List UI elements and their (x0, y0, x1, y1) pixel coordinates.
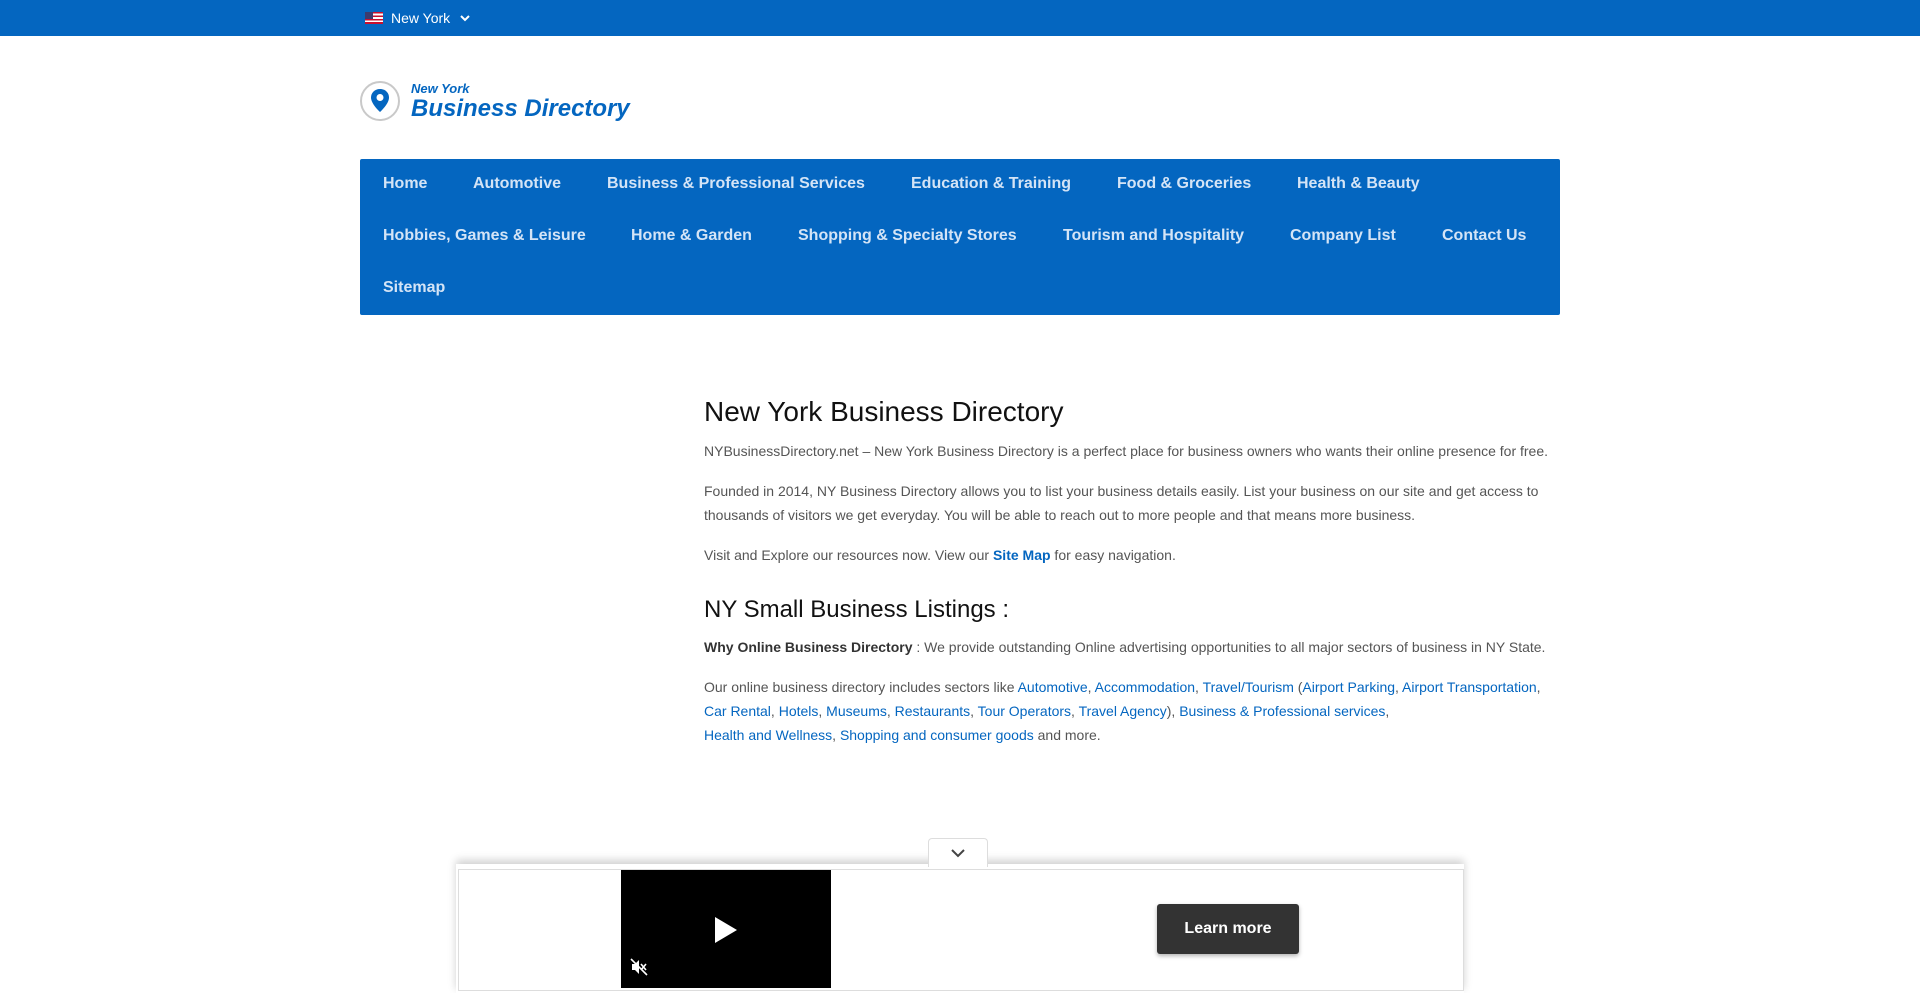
main-content: New York Business Directory NYBusinessDi… (704, 392, 1564, 747)
why-paragraph: Why Online Business Directory : We provi… (704, 635, 1564, 659)
why-text: : We provide outstanding Online advertis… (912, 639, 1546, 655)
sectors-text-post: and more. (1033, 727, 1101, 743)
link-shopping-consumer-goods[interactable]: Shopping and consumer goods (840, 727, 1034, 743)
ad-video[interactable] (621, 870, 831, 988)
ad-frame (458, 869, 1464, 991)
top-bar: New York (0, 0, 1920, 36)
link-travel-agency[interactable]: Travel Agency (1079, 703, 1167, 719)
site-map-link[interactable]: Site Map (993, 547, 1051, 563)
nav-item-food-groceries[interactable]: Food & Groceries (1117, 175, 1251, 193)
nav-item-company-list[interactable]: Company List (1290, 227, 1396, 245)
nav-item-home[interactable]: Home (383, 175, 427, 193)
section-title: NY Small Business Listings : (704, 596, 1010, 623)
logo-big-text: Business Directory (411, 94, 630, 122)
location-label: New York (391, 10, 451, 26)
nav-item-automotive[interactable]: Automotive (473, 175, 561, 193)
nav-item-contact-us[interactable]: Contact Us (1442, 227, 1526, 245)
site-logo[interactable]: New York Business Directory (359, 80, 630, 122)
founded-paragraph: Founded in 2014, NY Business Directory a… (704, 483, 1539, 523)
link-hotels[interactable]: Hotels (779, 703, 819, 719)
nav-item-health-beauty[interactable]: Health & Beauty (1297, 175, 1420, 193)
sectors-paragraph: Our online business directory includes s… (704, 679, 1541, 743)
link-health-wellness[interactable]: Health and Wellness (704, 727, 832, 743)
muted-speaker-icon[interactable] (630, 958, 648, 976)
nav-item-shopping-specialty-stores[interactable]: Shopping & Specialty Stores (798, 227, 1017, 245)
link-airport-parking[interactable]: Airport Parking (1302, 679, 1395, 695)
link-accommodation[interactable]: Accommodation (1095, 679, 1195, 695)
chevron-down-icon (951, 849, 965, 858)
page-title: New York Business Directory (704, 396, 1064, 427)
link-business-professional-services[interactable]: Business & Professional services (1179, 703, 1385, 719)
us-flag-icon (365, 12, 383, 24)
sectors-text-pre: Our online business directory includes s… (704, 679, 1018, 695)
chevron-down-icon (460, 15, 470, 22)
link-museums[interactable]: Museums (826, 703, 887, 719)
nav-item-home-garden[interactable]: Home & Garden (631, 227, 752, 245)
nav-item-tourism-hospitality[interactable]: Tourism and Hospitality (1063, 227, 1244, 245)
play-icon[interactable] (713, 915, 739, 945)
visit-paragraph: Visit and Explore our resources now. Vie… (704, 543, 1564, 567)
nav-item-sitemap[interactable]: Sitemap (383, 279, 445, 297)
learn-more-button[interactable]: Learn more (1157, 904, 1299, 954)
nav-item-business-professional-services[interactable]: Business & Professional Services (607, 175, 865, 193)
visit-text-post: for easy navigation. (1050, 547, 1176, 563)
location-selector[interactable]: New York (365, 9, 471, 27)
link-airport-transportation[interactable]: Airport Transportation (1402, 679, 1537, 695)
why-label: Why Online Business Directory (704, 639, 913, 655)
link-restaurants[interactable]: Restaurants (895, 703, 970, 719)
nav-item-education-training[interactable]: Education & Training (911, 175, 1071, 193)
ad-collapse-button[interactable] (928, 838, 988, 867)
main-nav: Home Automotive Business & Professional … (360, 159, 1560, 315)
link-tour-operators[interactable]: Tour Operators (978, 703, 1071, 719)
intro-paragraph: NYBusinessDirectory.net – New York Busin… (704, 443, 1549, 459)
nav-item-hobbies-games-leisure[interactable]: Hobbies, Games & Leisure (383, 227, 586, 245)
link-car-rental[interactable]: Car Rental (704, 703, 771, 719)
visit-text-pre: Visit and Explore our resources now. Vie… (704, 547, 993, 563)
map-pin-icon (360, 81, 400, 121)
link-travel-tourism[interactable]: Travel/Tourism (1203, 679, 1294, 695)
link-automotive[interactable]: Automotive (1018, 679, 1088, 695)
logo-small-text: New York (411, 80, 470, 96)
